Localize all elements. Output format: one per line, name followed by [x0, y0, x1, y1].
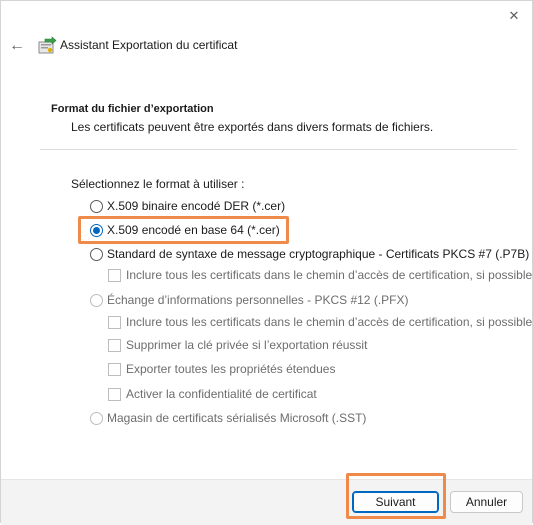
radio-label-sst: Magasin de certificats sérialisés Micros…	[107, 411, 367, 425]
checkbox[interactable]	[108, 362, 121, 376]
back-button[interactable]: ←	[8, 37, 26, 55]
radio-option-der[interactable]: X.509 binaire encodé DER (*.cer)	[90, 199, 285, 213]
radio-option-sst[interactable]: Magasin de certificats sérialisés Micros…	[90, 411, 366, 425]
radio-label-pfx: Échange d’informations personnelles - PK…	[107, 293, 409, 307]
checkbox-option-pfx-include-chain[interactable]: Inclure tous les certificats dans le che…	[108, 315, 532, 329]
section-heading: Format du fichier d’exportation	[51, 103, 214, 115]
wizard-footer: Suivant Annuler	[1, 479, 532, 525]
checkbox[interactable]	[108, 268, 121, 282]
checkbox[interactable]	[108, 387, 121, 401]
wizard-title: Assistant Exportation du certificat	[60, 38, 238, 52]
checkbox-label-pfx-privacy: Activer la confidentialité de certificat	[126, 387, 317, 401]
close-icon: ✕	[508, 8, 520, 23]
certificate-wizard-icon	[38, 36, 57, 54]
checkbox[interactable]	[108, 338, 121, 352]
radio-option-base64[interactable]: X.509 encodé en base 64 (*.cer)	[90, 223, 280, 237]
checkbox-option-pfx-privacy[interactable]: Activer la confidentialité de certificat	[108, 387, 317, 401]
format-prompt: Sélectionnez le format à utiliser :	[71, 177, 245, 191]
radio-label-der: X.509 binaire encodé DER (*.cer)	[107, 199, 286, 213]
wizard-header: ← Assistant Exportation du certificat	[1, 34, 532, 58]
radio-button[interactable]	[90, 293, 103, 307]
checkbox-option-pkcs7-include-chain[interactable]: Inclure tous les certificats dans le che…	[108, 268, 532, 282]
checkbox-option-pfx-export-props[interactable]: Exporter toutes les propriétés étendues	[108, 362, 335, 376]
radio-button[interactable]	[90, 199, 103, 213]
checkbox-label-pfx-include-chain: Inclure tous les certificats dans le che…	[126, 315, 533, 329]
cancel-button[interactable]: Annuler	[450, 491, 523, 513]
radio-option-pfx[interactable]: Échange d’informations personnelles - PK…	[90, 293, 408, 307]
back-arrow-icon: ←	[9, 37, 25, 54]
section-description: Les certificats peuvent être exportés da…	[71, 120, 434, 134]
radio-label-pkcs7: Standard de syntaxe de message cryptogra…	[107, 247, 530, 261]
export-wizard-window: ✕ ← Assistant Exportation du certificat …	[0, 0, 533, 525]
radio-button[interactable]	[90, 247, 103, 261]
checkbox-label-pkcs7-include-chain: Inclure tous les certificats dans le che…	[126, 268, 533, 282]
checkbox-label-pfx-export-props: Exporter toutes les propriétés étendues	[126, 362, 336, 376]
close-button[interactable]: ✕	[504, 6, 524, 26]
radio-option-pkcs7[interactable]: Standard de syntaxe de message cryptogra…	[90, 247, 529, 261]
radio-label-base64: X.509 encodé en base 64 (*.cer)	[107, 223, 280, 237]
divider	[40, 149, 517, 150]
checkbox[interactable]	[108, 315, 121, 329]
radio-button[interactable]	[90, 411, 103, 425]
checkbox-option-pfx-delete-key[interactable]: Supprimer la clé privée si l’exportation…	[108, 338, 367, 352]
radio-button-selected[interactable]	[90, 223, 103, 237]
checkbox-label-pfx-delete-key: Supprimer la clé privée si l’exportation…	[126, 338, 368, 352]
next-button[interactable]: Suivant	[352, 491, 439, 513]
